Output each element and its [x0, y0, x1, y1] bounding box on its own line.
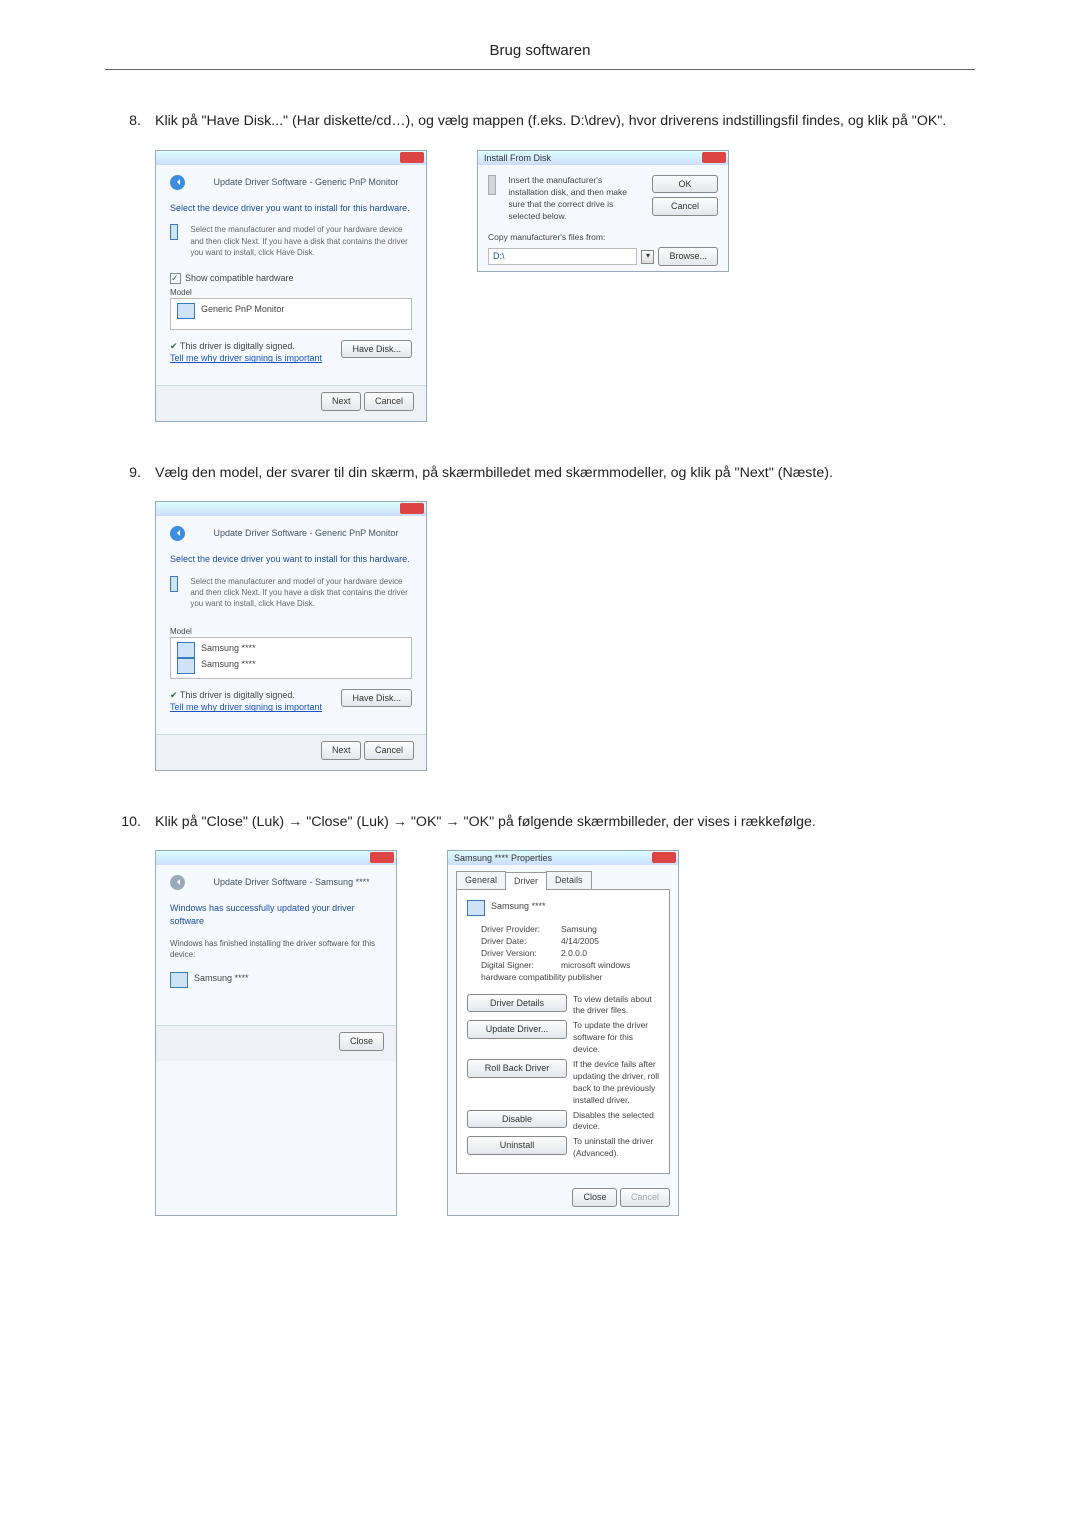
step-8: 8. Klik på "Have Disk..." (Har diskette/… — [105, 112, 975, 422]
disable-button[interactable]: Disable — [467, 1110, 567, 1129]
dialog-title: Samsung **** Properties — [454, 852, 552, 865]
monitor-icon — [177, 658, 195, 674]
show-compatible-label: Show compatible hardware — [185, 273, 294, 283]
version-label: Driver Version: — [481, 948, 561, 960]
dialog-update-driver-2: Update Driver Software - Generic PnP Mon… — [155, 501, 427, 770]
dialog-update-driver-1: Update Driver Software - Generic PnP Mon… — [155, 150, 427, 422]
step-9-number: 9. — [105, 464, 155, 771]
cancel-button[interactable]: Cancel — [364, 392, 414, 411]
instruction-sub: Select the manufacturer and model of you… — [190, 224, 412, 258]
breadcrumb: Update Driver Software - Generic PnP Mon… — [214, 528, 399, 538]
instruction-sub: Select the manufacturer and model of you… — [190, 576, 412, 610]
model-item[interactable]: Samsung **** — [201, 659, 256, 669]
signed-label: ✔ — [170, 341, 180, 351]
date-value: 4/14/2005 — [561, 936, 599, 946]
model-item[interactable]: Samsung **** — [201, 643, 256, 653]
next-button[interactable]: Next — [321, 392, 362, 411]
copy-from-label: Copy manufacturer's files from: — [488, 232, 718, 244]
tab-general[interactable]: General — [456, 871, 506, 889]
dialog-install-from-disk: Install From Disk Insert the manufacture… — [477, 150, 729, 272]
step-10: 10. Klik på "Close" (Luk) → "Close" (Luk… — [105, 813, 975, 1216]
model-list[interactable]: Generic PnP Monitor — [170, 298, 412, 330]
provider-value: Samsung — [561, 924, 597, 934]
monitor-icon — [177, 303, 195, 319]
instruction: Select the device driver you want to ins… — [170, 202, 412, 215]
back-icon[interactable] — [170, 526, 185, 541]
cancel-button: Cancel — [620, 1188, 670, 1207]
titlebar: Install From Disk — [478, 151, 728, 165]
monitor-icon — [177, 642, 195, 658]
signed-text: This driver is digitally signed. — [180, 690, 295, 700]
tab-driver[interactable]: Driver — [505, 872, 547, 890]
step-8-number: 8. — [105, 112, 155, 422]
device-name: Samsung **** — [491, 901, 546, 911]
success-heading: Windows has successfully updated your dr… — [170, 902, 382, 927]
driver-details-desc: To view details about the driver files. — [573, 994, 659, 1018]
have-disk-button[interactable]: Have Disk... — [341, 340, 412, 359]
provider-label: Driver Provider: — [481, 924, 561, 936]
step-9: 9. Vælg den model, der svarer til din sk… — [105, 464, 975, 771]
tab-strip: GeneralDriverDetails — [456, 871, 670, 889]
signer-label: Digital Signer: — [481, 960, 561, 972]
driver-details-button[interactable]: Driver Details — [467, 994, 567, 1013]
monitor-icon — [467, 900, 485, 916]
model-list[interactable]: Samsung **** Samsung **** — [170, 637, 412, 679]
browse-button[interactable]: Browse... — [658, 247, 718, 266]
signed-text: This driver is digitally signed. — [180, 341, 295, 351]
signed-label: ✔ — [170, 690, 180, 700]
step-10-number: 10. — [105, 813, 155, 1216]
success-sub: Windows has finished installing the driv… — [170, 938, 382, 960]
uninstall-desc: To uninstall the driver (Advanced). — [573, 1136, 659, 1160]
tab-details[interactable]: Details — [546, 871, 592, 889]
model-header: Model — [170, 287, 412, 298]
titlebar — [156, 502, 426, 516]
next-button[interactable]: Next — [321, 741, 362, 760]
model-header: Model — [170, 626, 412, 637]
instruction: Select the device driver you want to ins… — [170, 553, 412, 566]
header-rule — [105, 69, 975, 70]
have-disk-button[interactable]: Have Disk... — [341, 689, 412, 708]
close-button[interactable]: Close — [339, 1032, 384, 1051]
update-driver-button[interactable]: Update Driver... — [467, 1020, 567, 1039]
breadcrumb: Update Driver Software - Generic PnP Mon… — [214, 177, 399, 187]
disable-desc: Disables the selected device. — [573, 1110, 659, 1134]
rollback-button[interactable]: Roll Back Driver — [467, 1059, 567, 1078]
dialog-update-success: Update Driver Software - Samsung **** Wi… — [155, 850, 397, 1215]
rollback-desc: If the device fails after updating the d… — [573, 1059, 659, 1107]
why-signing-link[interactable]: Tell me why driver signing is important — [170, 702, 322, 712]
why-signing-link[interactable]: Tell me why driver signing is important — [170, 353, 322, 363]
monitor-icon — [170, 972, 188, 988]
path-input[interactable]: D:\ — [488, 248, 637, 265]
device-name: Samsung **** — [194, 973, 249, 983]
step-9-text: Vælg den model, der svarer til din skærm… — [155, 464, 975, 484]
titlebar — [156, 851, 396, 865]
install-message: Insert the manufacturer's installation d… — [508, 175, 644, 223]
uninstall-button[interactable]: Uninstall — [467, 1136, 567, 1155]
update-driver-desc: To update the driver software for this d… — [573, 1020, 659, 1056]
version-value: 2.0.0.0 — [561, 948, 587, 958]
titlebar — [156, 151, 426, 165]
close-button[interactable]: Close — [572, 1188, 617, 1207]
step-8-text: Klik på "Have Disk..." (Har diskette/cd…… — [155, 112, 975, 132]
cancel-button[interactable]: Cancel — [364, 741, 414, 760]
titlebar: Samsung **** Properties — [448, 851, 678, 865]
show-compatible-checkbox[interactable] — [170, 273, 181, 284]
dialog-title: Install From Disk — [484, 152, 551, 165]
disk-icon — [488, 175, 496, 195]
cancel-button[interactable]: Cancel — [652, 197, 718, 216]
ok-button[interactable]: OK — [652, 175, 718, 194]
monitor-icon — [170, 576, 178, 592]
date-label: Driver Date: — [481, 936, 561, 948]
back-icon[interactable] — [170, 175, 185, 190]
page-header: Brug softwaren — [105, 40, 975, 69]
path-dropdown-icon[interactable]: ▾ — [641, 250, 654, 264]
dialog-device-properties: Samsung **** Properties GeneralDriverDet… — [447, 850, 679, 1215]
monitor-icon — [170, 224, 178, 240]
back-icon — [170, 875, 185, 890]
step-10-text: Klik på "Close" (Luk) → "Close" (Luk) → … — [155, 813, 975, 833]
model-item[interactable]: Generic PnP Monitor — [201, 304, 284, 314]
breadcrumb: Update Driver Software - Samsung **** — [214, 877, 370, 887]
